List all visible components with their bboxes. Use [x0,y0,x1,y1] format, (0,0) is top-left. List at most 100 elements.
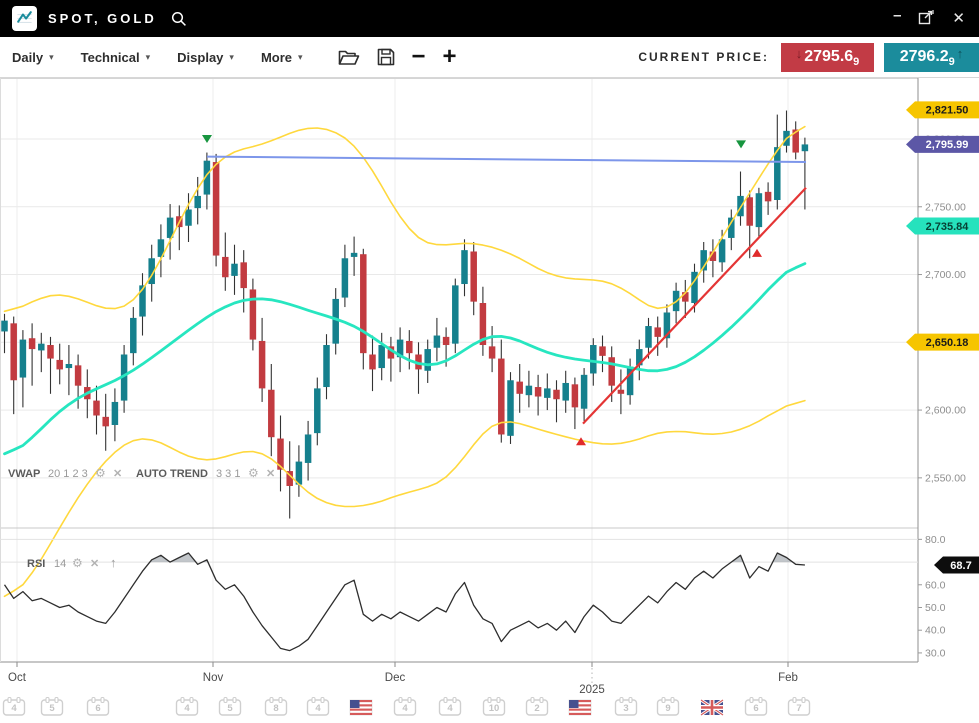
candle [342,258,349,297]
menu-technical[interactable]: Technical ▾ [81,50,151,65]
calendar-day-icon[interactable]: 2 [527,698,548,716]
axis-badge-value: 2,821.50 [926,105,969,117]
candle [424,349,431,371]
candle [728,218,735,238]
chevron-down-icon: ▾ [298,52,303,63]
open-chart-button[interactable] [338,49,360,66]
svg-text:2: 2 [534,703,539,714]
rsi-move-up-icon[interactable]: ↑ [110,555,117,570]
candle [461,250,468,284]
flag-us-icon[interactable] [569,700,591,715]
candle [507,380,514,436]
svg-text:6: 6 [753,703,758,714]
zoom-in-button[interactable]: + [443,45,457,69]
menu-daily[interactable]: Daily ▾ [12,50,54,65]
axis-badge-value: 68.7 [950,560,971,572]
calendar-day-icon[interactable]: 4 [440,698,461,716]
svg-text:3: 3 [623,703,628,714]
chart-area[interactable]: 2,800.002,750.002,700.002,650.002,600.00… [0,78,979,723]
month-label: Nov [203,672,224,684]
chevron-down-icon: ▾ [229,52,234,63]
candle [250,289,257,339]
rsi-remove-icon[interactable]: ✕ [90,558,99,570]
candle [553,390,560,399]
axis-badge-value: 2,650.18 [926,337,969,349]
auto-trend-label: AUTO TREND [136,468,208,480]
calendar-day-icon[interactable]: 6 [746,698,767,716]
month-label: Dec [385,672,406,684]
minimize-button[interactable]: – [893,8,901,23]
candle [470,251,477,301]
candle [719,239,726,262]
bid-price-badge[interactable]: ↓ 2795.6 9 [781,43,874,72]
calendar-day-icon[interactable]: 6 [88,698,109,716]
candle [240,262,247,288]
save-chart-button[interactable] [377,48,395,66]
price-chart-svg: 2,800.002,750.002,700.002,650.002,600.00… [0,78,979,723]
candle [608,357,615,385]
ask-price-value: 2796.2 [900,48,949,66]
candle [56,360,63,369]
search-icon[interactable] [171,11,187,27]
rsi-settings-icon[interactable]: ⚙ [72,556,83,570]
axis-badge-value: 2,795.99 [926,139,969,151]
current-price-area: CURRENT PRICE: ↓ 2795.6 9 2796.2 9 ↑ [638,37,979,77]
svg-text:8: 8 [273,703,278,714]
rsi-tick-label: 50.0 [925,602,946,614]
calendar-day-icon[interactable]: 7 [789,698,810,716]
menu-display[interactable]: Display ▾ [177,50,234,65]
close-button[interactable]: ✕ [952,11,965,26]
calendar-day-icon[interactable]: 9 [658,698,679,716]
ask-price-pip: 9 [949,56,955,72]
candle [489,346,496,358]
auto-trend-params: 3 3 1 [216,468,240,480]
app-logo-icon [12,6,37,31]
calendar-day-icon[interactable]: 4 [395,698,416,716]
candle [746,197,753,225]
candle [581,375,588,409]
calendar-day-icon[interactable]: 4 [177,698,198,716]
chevron-down-icon: ▾ [49,52,54,63]
rsi-tick-label: 80.0 [925,534,946,546]
zoom-out-button[interactable]: − [412,45,426,69]
vwap-label: VWAP [8,468,40,480]
vwap-settings-icon[interactable]: ⚙ [95,466,106,480]
candle [572,384,579,407]
auto-trend-settings-icon[interactable]: ⚙ [248,466,259,480]
rsi-tick-label: 60.0 [925,579,946,591]
axis-badge-value: 2,735.84 [926,221,970,233]
auto-trend-remove-icon[interactable]: ✕ [266,468,275,480]
calendar-day-icon[interactable]: 8 [266,698,287,716]
ask-price-badge[interactable]: 2796.2 9 ↑ [884,43,979,72]
candle [406,341,413,353]
candle [434,336,441,348]
candle [562,383,569,401]
candle [259,341,266,388]
menu-daily-label: Daily [12,50,43,65]
candle [66,364,73,368]
candle [765,192,772,201]
calendar-day-icon[interactable]: 5 [220,698,241,716]
menu-display-label: Display [177,50,223,65]
svg-text:5: 5 [227,703,233,714]
calendar-day-icon[interactable]: 5 [42,698,63,716]
candle [516,382,523,394]
candle [185,209,192,225]
calendar-day-icon[interactable]: 4 [308,698,329,716]
candle [112,402,119,425]
arrow-down-icon: ↓ [796,46,803,61]
calendar-day-icon[interactable]: 3 [616,698,637,716]
candle [268,390,275,437]
flag-us-icon[interactable] [350,700,372,715]
calendar-day-icon[interactable]: 4 [4,698,25,716]
restore-button[interactable] [918,9,935,28]
svg-text:4: 4 [11,703,17,714]
flag-uk-icon[interactable] [701,700,723,715]
month-label: Oct [8,672,27,684]
price-tick-label: 2,600.00 [925,405,966,417]
vwap-remove-icon[interactable]: ✕ [113,468,122,480]
menu-more[interactable]: More ▾ [261,50,303,65]
calendar-day-icon[interactable]: 10 [484,698,505,716]
rsi-tick-label: 30.0 [925,647,946,659]
titlebar: SPOT, GOLD – ✕ [0,0,979,37]
